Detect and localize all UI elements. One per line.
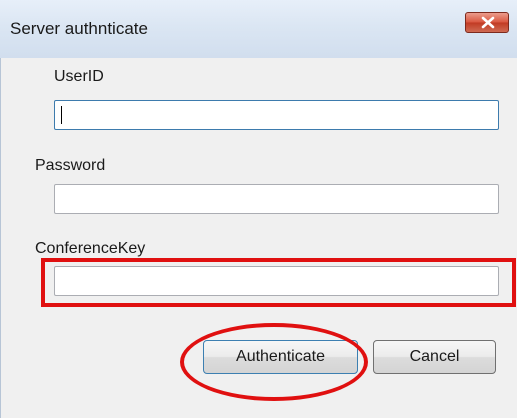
cancel-button[interactable]: Cancel xyxy=(373,340,496,374)
close-button[interactable] xyxy=(465,12,509,33)
conference-key-label: ConferenceKey xyxy=(35,240,146,257)
password-label: Password xyxy=(35,157,106,174)
userid-input[interactable] xyxy=(54,100,499,130)
text-caret xyxy=(61,106,62,124)
conference-key-highlight xyxy=(41,258,516,307)
dialog-title: Server authnticate xyxy=(10,19,148,38)
password-input[interactable] xyxy=(54,184,499,214)
title-bar: Server authnticate xyxy=(0,0,517,59)
close-icon xyxy=(481,16,495,29)
server-authenticate-dialog: Server authnticate UserID Password Confe… xyxy=(0,0,517,418)
authenticate-button-highlight xyxy=(180,323,368,401)
userid-label: UserID xyxy=(54,68,104,85)
